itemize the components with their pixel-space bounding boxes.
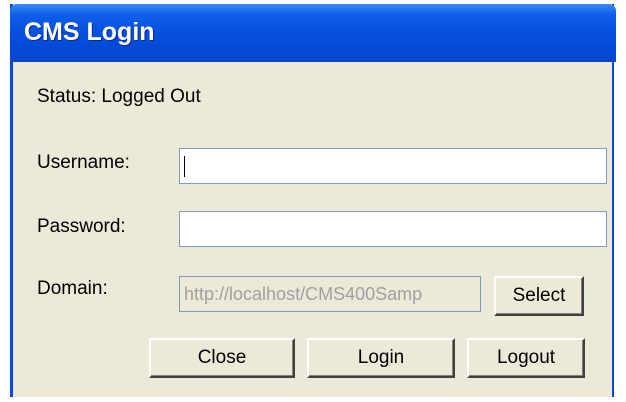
select-button[interactable]: Select bbox=[494, 276, 584, 316]
close-button[interactable]: Close bbox=[149, 338, 295, 378]
text-caret bbox=[184, 156, 185, 177]
title-bar[interactable]: CMS Login bbox=[10, 4, 616, 62]
cms-login-window: CMS Login Status: Logged Out Username: P… bbox=[10, 4, 616, 397]
status-text: Status: Logged Out bbox=[37, 86, 201, 107]
domain-field: http://localhost/CMS400Samp bbox=[179, 276, 481, 312]
password-field[interactable] bbox=[179, 211, 607, 247]
login-button[interactable]: Login bbox=[307, 338, 455, 378]
window-title: CMS Login bbox=[24, 18, 155, 46]
username-field[interactable] bbox=[179, 148, 607, 184]
password-label: Password: bbox=[37, 216, 126, 237]
logout-button[interactable]: Logout bbox=[467, 338, 585, 378]
username-label: Username: bbox=[37, 152, 130, 173]
domain-label: Domain: bbox=[37, 278, 108, 299]
